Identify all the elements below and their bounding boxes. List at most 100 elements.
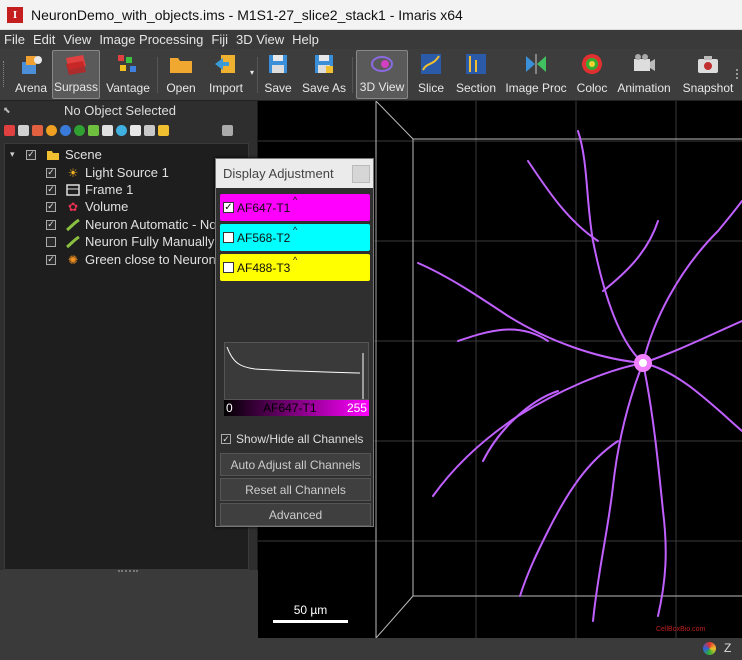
range-min: 0 <box>226 401 233 415</box>
cell-icon[interactable] <box>74 124 85 136</box>
auto-adjust-button[interactable]: Auto Adjust all Channels <box>220 453 371 476</box>
channel-slider-handle-icon[interactable]: ^ <box>293 195 297 205</box>
animation-button[interactable]: Animation <box>614 50 674 99</box>
light-source-icon[interactable] <box>130 124 141 136</box>
spots-icon[interactable] <box>46 124 57 136</box>
pin-icon[interactable]: ⬉ <box>3 105 17 116</box>
menu-edit[interactable]: Edit <box>29 32 59 47</box>
new-folder-icon[interactable] <box>158 124 169 136</box>
3d-view-button[interactable]: 3D View <box>356 50 408 99</box>
surfaces-icon[interactable] <box>4 124 15 136</box>
dendrite <box>642 320 742 364</box>
dendrite <box>642 200 742 364</box>
show-hide-all-checkbox[interactable]: ✓ <box>221 434 231 444</box>
surpass-icon <box>63 51 89 76</box>
soma-core <box>639 359 647 367</box>
frame-checkbox[interactable]: ✓ <box>46 184 56 195</box>
channel-slider-handle-icon[interactable]: ^ <box>293 225 297 235</box>
dendrite <box>482 390 559 462</box>
delete-icon[interactable] <box>222 124 233 136</box>
selection-label: No Object Selected <box>64 102 177 118</box>
channel-range-bar[interactable]: 0 AF647-T1 255 <box>224 400 369 416</box>
range-channel-label: AF647-T1 <box>263 401 317 415</box>
menu-3d-view[interactable]: 3D View <box>232 32 288 47</box>
folder-icon <box>46 148 60 162</box>
collapse-arrow-icon[interactable]: ▾ <box>10 149 26 160</box>
coloc-button[interactable]: Coloc <box>574 50 610 99</box>
neuron-manual-checkbox[interactable] <box>46 236 56 247</box>
arena-button[interactable]: Arena <box>12 50 50 99</box>
save-as-button[interactable]: Save As <box>300 50 348 99</box>
neuron-filament-icon[interactable] <box>88 124 99 136</box>
channel-af647[interactable]: ✓ AF647-T1 ^ <box>220 194 370 221</box>
toolbar-separator <box>257 57 258 93</box>
imaris-app-icon: I <box>7 6 23 23</box>
reset-channels-button[interactable]: Reset all Channels <box>220 478 371 501</box>
histogram-curve <box>226 346 361 374</box>
3d-view-icon <box>369 51 395 76</box>
channel-af568-checkbox[interactable] <box>223 232 234 243</box>
channel-af568-label: AF568-T2 <box>237 230 291 245</box>
reference-frame-icon[interactable] <box>102 124 113 136</box>
neuron-icon <box>66 218 80 232</box>
channel-slider-handle-icon[interactable]: ^ <box>293 255 297 265</box>
scissors-icon[interactable] <box>144 124 155 136</box>
neuron-dendrites <box>417 130 742 622</box>
watermark: CellBoxBio.com <box>656 626 706 633</box>
menu-file[interactable]: File <box>0 32 29 47</box>
window-title: NeuronDemo_with_objects.ims - M1S1-27_sl… <box>31 6 463 23</box>
volume-checkbox[interactable]: ✓ <box>46 201 56 212</box>
toolbar-grip[interactable] <box>3 61 7 87</box>
tree-item-volume[interactable]: ✓ ✿ Volume <box>46 198 128 215</box>
splitter-grip[interactable] <box>118 570 138 576</box>
import-button[interactable]: Import <box>204 50 248 99</box>
neuron-icon <box>66 235 80 249</box>
open-folder-icon <box>168 51 194 77</box>
tree-item-frame[interactable]: ✓ Frame 1 <box>46 181 133 198</box>
display-adjustment-titlebar[interactable]: Display Adjustment <box>216 159 373 188</box>
menu-image-processing[interactable]: Image Processing <box>95 32 207 47</box>
menu-fiji[interactable]: Fiji <box>207 32 232 47</box>
histogram[interactable] <box>224 342 369 400</box>
measurement-points-icon[interactable] <box>116 124 127 136</box>
menu-help[interactable]: Help <box>288 32 323 47</box>
light-source-checkbox[interactable]: ✓ <box>46 167 56 178</box>
neuron-automatic-checkbox[interactable]: ✓ <box>46 219 56 230</box>
volume-icon: ✿ <box>67 199 79 214</box>
channel-af647-checkbox[interactable]: ✓ <box>223 202 234 213</box>
open-button[interactable]: Open <box>162 50 200 99</box>
tree-item-scene[interactable]: ▾ ✓ Scene <box>10 146 102 163</box>
section-icon <box>463 51 489 77</box>
channel-af488-checkbox[interactable] <box>223 262 234 273</box>
show-hide-all-row[interactable]: ✓ Show/Hide all Channels <box>221 432 363 446</box>
save-button[interactable]: Save <box>262 50 294 99</box>
color-wheel-icon[interactable] <box>703 642 716 655</box>
surpass-button[interactable]: Surpass <box>52 50 100 99</box>
panel-close-button[interactable] <box>352 165 370 183</box>
green-close-checkbox[interactable]: ✓ <box>46 254 56 265</box>
menu-view[interactable]: View <box>59 32 95 47</box>
tree-item-light-source[interactable]: ✓ ☀ Light Source 1 <box>46 164 169 181</box>
sun-icon: ☀ <box>67 165 79 180</box>
slice-icon <box>418 51 444 77</box>
vantage-button[interactable]: Vantage <box>104 50 152 99</box>
channel-af488-label: AF488-T3 <box>237 260 291 275</box>
clipping-plane-icon[interactable] <box>32 124 43 136</box>
scene-checkbox[interactable]: ✓ <box>26 149 36 160</box>
advanced-button[interactable]: Advanced <box>220 503 371 526</box>
save-as-icon <box>311 51 337 77</box>
range-max: 255 <box>346 401 367 415</box>
channel-af568[interactable]: AF568-T2 ^ <box>220 224 370 251</box>
filaments-icon[interactable] <box>60 124 71 136</box>
toolbar-overflow-icon[interactable] <box>736 69 738 79</box>
section-button[interactable]: Section <box>454 50 498 99</box>
cells-icon[interactable] <box>18 124 29 136</box>
dendrite <box>432 362 644 497</box>
snapshot-button[interactable]: Snapshot <box>680 50 736 99</box>
display-adjustment-panel: Display Adjustment ✓ AF647-T1 ^ AF568-T2… <box>215 158 374 527</box>
image-proc-button[interactable]: Image Proc <box>503 50 569 99</box>
slice-button[interactable]: Slice <box>413 50 449 99</box>
channel-af488[interactable]: AF488-T3 ^ <box>220 254 370 281</box>
import-dropdown[interactable]: ▾ <box>248 50 256 99</box>
selection-header: ⬉ No Object Selected <box>0 101 257 119</box>
